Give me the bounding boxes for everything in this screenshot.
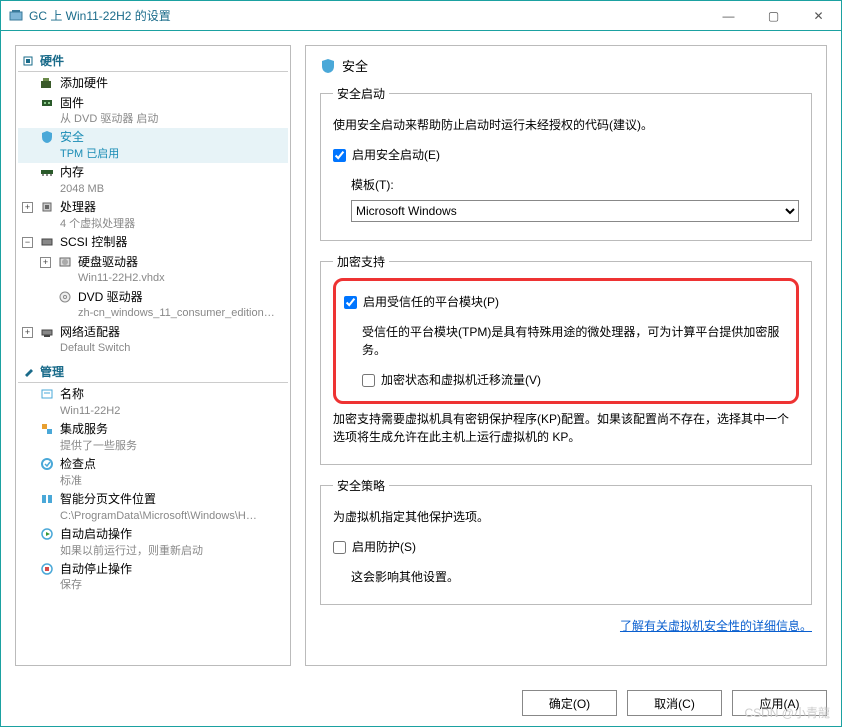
autostart-icon xyxy=(40,527,54,541)
shield-icon xyxy=(40,130,54,144)
sidebar-item-cpu[interactable]: + 处理器 4 个虚拟处理器 xyxy=(18,198,288,233)
sidebar-item-name[interactable]: 名称 Win11-22H2 xyxy=(18,385,288,420)
encrypt-state-checkbox[interactable]: 加密状态和虚拟机迁移流量(V) xyxy=(362,371,541,389)
app-icon xyxy=(9,9,23,23)
sidebar-item-autostart[interactable]: 自动启动操作 如果以前运行过，则重新启动 xyxy=(18,525,288,560)
policy-desc: 为虚拟机指定其他保护选项。 xyxy=(333,508,799,526)
sidebar: 硬件 添加硬件 固件 从 DVD 驱动器 启动 安全 TPM 已启用 内存 20… xyxy=(15,45,291,666)
encrypt-state-input[interactable] xyxy=(362,374,375,387)
expand-toggle[interactable]: + xyxy=(22,327,33,338)
paging-icon xyxy=(40,492,54,506)
enable-guard-input[interactable] xyxy=(333,541,346,554)
titlebar: GC 上 Win11-22H2 的设置 — ▢ ✕ xyxy=(1,1,841,31)
add-hardware-icon xyxy=(40,76,54,90)
dialog-footer: 确定(O) 取消(C) 应用(A) xyxy=(1,680,841,726)
cancel-button[interactable]: 取消(C) xyxy=(627,690,722,716)
encryption-note: 加密支持需要虚拟机具有密钥保护程序(KP)配置。如果该配置尚不存在，选择其中一个… xyxy=(333,410,799,446)
settings-window: GC 上 Win11-22H2 的设置 — ▢ ✕ 硬件 添加硬件 固件 从 D… xyxy=(0,0,842,727)
enable-guard-checkbox[interactable]: 启用防护(S) xyxy=(333,538,416,556)
secure-boot-desc: 使用安全启动来帮助防止启动时运行未经授权的代码(建议)。 xyxy=(333,116,799,134)
enable-tpm-checkbox[interactable]: 启用受信任的平台模块(P) xyxy=(344,293,499,311)
chip-icon xyxy=(22,55,34,67)
enable-tpm-input[interactable] xyxy=(344,296,357,309)
template-label: 模板(T): xyxy=(351,176,799,194)
sidebar-item-add-hardware[interactable]: 添加硬件 xyxy=(18,74,288,94)
integration-icon xyxy=(40,422,54,436)
sidebar-item-security[interactable]: 安全 TPM 已启用 xyxy=(18,128,288,163)
ok-button[interactable]: 确定(O) xyxy=(522,690,617,716)
expand-toggle[interactable]: + xyxy=(40,257,51,268)
window-title: GC 上 Win11-22H2 的设置 xyxy=(29,7,171,24)
enable-secure-boot-input[interactable] xyxy=(333,149,346,162)
sidebar-item-checkpoint[interactable]: 检查点 标准 xyxy=(18,455,288,490)
shield-icon xyxy=(320,59,334,73)
cpu-icon xyxy=(40,200,54,214)
encryption-legend: 加密支持 xyxy=(333,253,389,270)
expand-toggle[interactable]: − xyxy=(22,237,33,248)
learn-more-link[interactable]: 了解有关虚拟机安全性的详细信息。 xyxy=(620,619,812,633)
enable-secure-boot-checkbox[interactable]: 启用安全启动(E) xyxy=(333,146,440,164)
hdd-icon xyxy=(58,255,72,269)
tpm-highlight: 启用受信任的平台模块(P) 受信任的平台模块(TPM)是具有特殊用途的微处理器，… xyxy=(333,278,799,404)
hardware-section-head: 硬件 xyxy=(18,50,288,72)
watermark: CSDN @小青龍 xyxy=(744,704,830,721)
sidebar-item-memory[interactable]: 内存 2048 MB xyxy=(18,163,288,198)
wrench-icon xyxy=(22,366,34,378)
template-select[interactable]: Microsoft Windows xyxy=(351,200,799,222)
tpm-desc: 受信任的平台模块(TPM)是具有特殊用途的微处理器，可为计算平台提供加密服务。 xyxy=(362,323,788,359)
network-icon xyxy=(40,325,54,339)
sidebar-item-network[interactable]: + 网络适配器 Default Switch xyxy=(18,323,288,358)
secure-boot-group: 安全启动 使用安全启动来帮助防止启动时运行未经授权的代码(建议)。 启用安全启动… xyxy=(320,85,812,241)
management-section-head: 管理 xyxy=(18,361,288,383)
sidebar-item-scsi[interactable]: − SCSI 控制器 xyxy=(18,233,288,253)
checkpoint-icon xyxy=(40,457,54,471)
sidebar-item-hdd[interactable]: + 硬盘驱动器 Win11-22H2.vhdx xyxy=(18,253,288,288)
policy-legend: 安全策略 xyxy=(333,477,389,494)
minimize-button[interactable]: — xyxy=(706,1,751,30)
secure-boot-legend: 安全启动 xyxy=(333,85,389,102)
sidebar-item-integration[interactable]: 集成服务 提供了一些服务 xyxy=(18,420,288,455)
policy-group: 安全策略 为虚拟机指定其他保护选项。 启用防护(S) 这会影响其他设置。 xyxy=(320,477,812,605)
dvd-icon xyxy=(58,290,72,304)
close-button[interactable]: ✕ xyxy=(796,1,841,30)
scsi-icon xyxy=(40,235,54,249)
expand-toggle[interactable]: + xyxy=(22,202,33,213)
sidebar-item-dvd[interactable]: DVD 驱动器 zh-cn_windows_11_consumer_editio… xyxy=(18,288,288,323)
main-panel: 安全 安全启动 使用安全启动来帮助防止启动时运行未经授权的代码(建议)。 启用安… xyxy=(305,45,827,666)
encryption-group: 加密支持 启用受信任的平台模块(P) 受信任的平台模块(TPM)是具有特殊用途的… xyxy=(320,253,812,465)
policy-note: 这会影响其他设置。 xyxy=(351,568,799,586)
main-heading: 安全 xyxy=(320,56,812,75)
name-icon xyxy=(40,387,54,401)
autostop-icon xyxy=(40,562,54,576)
maximize-button[interactable]: ▢ xyxy=(751,1,796,30)
sidebar-item-autostop[interactable]: 自动停止操作 保存 xyxy=(18,560,288,595)
firmware-icon xyxy=(40,96,54,110)
memory-icon xyxy=(40,165,54,179)
sidebar-item-firmware[interactable]: 固件 从 DVD 驱动器 启动 xyxy=(18,94,288,129)
sidebar-item-paging[interactable]: 智能分页文件位置 C:\ProgramData\Microsoft\Window… xyxy=(18,490,288,525)
